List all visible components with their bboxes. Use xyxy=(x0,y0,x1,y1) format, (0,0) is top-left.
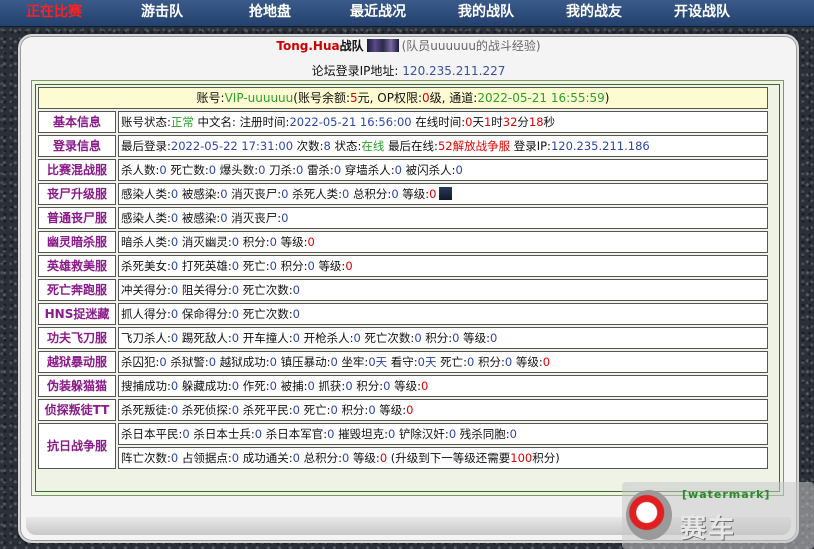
table-row: 侦探叛徒TT 杀死叛徒:0 杀死侦探:0 杀死平民:0 死亡:0 积分:0 等级… xyxy=(38,399,768,421)
row-label-login: 登录信息 xyxy=(38,135,116,157)
row-label-detective: 侦探叛徒TT xyxy=(38,399,116,421)
row-label-basic: 基本信息 xyxy=(38,111,116,133)
table-row: 功夫飞刀服 飞刀杀人:0 踢死敌人:0 开车撞人:0 开枪杀人:0 死亡次数:0… xyxy=(38,327,768,349)
table-row: 死亡奔跑服 冲关得分:0 阻关得分:0 死亡次数:0 xyxy=(38,279,768,301)
watermark-logo-icon xyxy=(626,490,672,540)
account-header: 账号:VIP-uuuuuu(账号余额:5元, OP权限:0级, 通道:2022-… xyxy=(38,87,768,109)
row-label-hero: 英雄救美服 xyxy=(38,255,116,277)
table-row: 阵亡次数:0 占领据点:0 成功通关:0 总积分:0 等级:0 (升级到下一等级… xyxy=(38,447,768,469)
table-row: 幽灵暗杀服 暗杀人类:0 消灭幽灵:0 积分:0 等级:0 xyxy=(38,231,768,253)
team-note: (队员uuuuuu的战斗经验) xyxy=(401,39,541,53)
nav-create-team[interactable]: 开设战队 xyxy=(648,0,756,26)
row-basic: 账号状态:正常 中文名: 注册时间:2022-05-21 16:56:00 在线… xyxy=(118,111,768,133)
table-row: 抗日战争服 杀日本平民:0 杀日本士兵:0 杀日本军官:0 摧毁坦克:0 铲除汉… xyxy=(38,423,768,469)
row-war-line2: 阵亡次数:0 占领据点:0 成功通关:0 总积分:0 等级:0 (升级到下一等级… xyxy=(118,447,768,469)
forum-ip-value: 120.235.211.227 xyxy=(402,64,506,78)
table-row: 登录信息 最后登录:2022-05-22 17:31:00 次数:8 状态:在线… xyxy=(38,135,768,157)
table-row: 英雄救美服 杀死美女:0 打死英雄:0 死亡:0 积分:0 等级:0 xyxy=(38,255,768,277)
nav-my-team[interactable]: 我的战队 xyxy=(432,0,540,26)
row-label-ghost: 幽灵暗杀服 xyxy=(38,231,116,253)
top-nav: 正在比赛 游击队 抢地盘 最近战况 我的战队 我的战友 开设战队 xyxy=(0,0,814,27)
row-label-death-run: 死亡奔跑服 xyxy=(38,279,116,301)
row-label-jail: 越狱暴动服 xyxy=(38,351,116,373)
row-jail: 杀囚犯:0 杀狱警:0 越狱成功:0 镇压暴动:0 坐牢:0天 看守:0天 死亡… xyxy=(118,351,768,373)
nav-playing[interactable]: 正在比赛 xyxy=(0,0,108,26)
row-label-hide: 伪装躲猫猫 xyxy=(38,375,116,397)
vip-account: VIP-uuuuuu xyxy=(224,91,294,105)
site-watermark: [watermark] 赛车 xyxy=(622,482,814,549)
row-mix: 杀人数:0 死亡数:0 爆头数:0 刀杀:0 雷杀:0 穿墙杀人:0 被闪杀人:… xyxy=(118,159,768,181)
table-row: 丧尸升级服 感染人类:0 被感染:0 消灭丧尸:0 杀死人类:0 总积分:0 等… xyxy=(38,183,768,205)
team-name[interactable]: Tong.Hua xyxy=(276,39,339,53)
row-hns: 抓人得分:0 保命得分:0 死亡次数:0 xyxy=(118,303,768,325)
table-row: 普通丧尸服 感染人类:0 被感染:0 消灭丧尸:0 xyxy=(38,207,768,229)
row-label-kungfu: 功夫飞刀服 xyxy=(38,327,116,349)
row-hide: 搜捕成功:0 躲藏成功:0 作死:0 被捕:0 抓获:0 积分:0 等级:0 xyxy=(118,375,768,397)
table-row: 越狱暴动服 杀囚犯:0 杀狱警:0 越狱成功:0 镇压暴动:0 坐牢:0天 看守… xyxy=(38,351,768,373)
row-label-war: 抗日战争服 xyxy=(38,423,116,469)
main-frame: Tong.Hua战队 (队员uuuuuu的战斗经验) 论坛登录IP地址: 120.… xyxy=(18,34,799,543)
row-death-run: 冲关得分:0 阻关得分:0 死亡次数:0 xyxy=(118,279,768,301)
row-label-zombie-up: 丧尸升级服 xyxy=(38,183,116,205)
forum-ip-line: 论坛登录IP地址: 120.235.211.227 xyxy=(20,63,797,79)
row-detective: 杀死叛徒:0 杀死侦探:0 杀死平民:0 死亡:0 积分:0 等级:0 xyxy=(118,399,768,421)
row-hero: 杀死美女:0 打死英雄:0 死亡:0 积分:0 等级:0 xyxy=(118,255,768,277)
row-login: 最后登录:2022-05-22 17:31:00 次数:8 状态:在线 最后在线… xyxy=(118,135,768,157)
watermark-text-large: 赛车 xyxy=(680,514,737,544)
nav-guerrilla[interactable]: 游击队 xyxy=(108,0,216,26)
level-badge-icon xyxy=(438,187,452,200)
team-suffix: 战队 xyxy=(339,39,364,53)
row-label-zombie: 普通丧尸服 xyxy=(38,207,116,229)
stats-table: 账号:VIP-uuuuuu(账号余额:5元, OP权限:0级, 通道:2022-… xyxy=(36,85,770,471)
row-kungfu: 飞刀杀人:0 踢死敌人:0 开车撞人:0 开枪杀人:0 死亡次数:0 积分:0 … xyxy=(118,327,768,349)
row-war-line1: 杀日本平民:0 杀日本士兵:0 杀日本军官:0 摧毁坦克:0 铲除汉奸:0 残杀… xyxy=(118,423,768,445)
watermark-text: [watermark] xyxy=(682,488,771,501)
row-label-hns: HNS捉迷藏 xyxy=(38,303,116,325)
nav-my-friends[interactable]: 我的战友 xyxy=(540,0,648,26)
team-title: Tong.Hua战队 (队员uuuuuu的战斗经验) xyxy=(20,38,797,54)
row-ghost: 暗杀人类:0 消灭幽灵:0 积分:0 等级:0 xyxy=(118,231,768,253)
table-row: 基本信息 账号状态:正常 中文名: 注册时间:2022-05-21 16:56:… xyxy=(38,111,768,133)
team-banner-image xyxy=(366,39,399,52)
row-label-mix: 比赛混战服 xyxy=(38,159,116,181)
op-level: 0 xyxy=(422,91,430,105)
row-zombie-up: 感染人类:0 被感染:0 消灭丧尸:0 杀死人类:0 总积分:0 等级:0 xyxy=(118,183,768,205)
channel-time: 2022-05-21 16:55:59 xyxy=(477,91,605,105)
table-row: HNS捉迷藏 抓人得分:0 保命得分:0 死亡次数:0 xyxy=(38,303,768,325)
table-row: 伪装躲猫猫 搜捕成功:0 躲藏成功:0 作死:0 被捕:0 抓获:0 积分:0 … xyxy=(38,375,768,397)
stats-panel: 账号:VIP-uuuuuu(账号余额:5元, OP权限:0级, 通道:2022-… xyxy=(31,80,784,496)
nav-territory[interactable]: 抢地盘 xyxy=(216,0,324,26)
balance-value: 5 xyxy=(350,91,358,105)
table-row: 比赛混战服 杀人数:0 死亡数:0 爆头数:0 刀杀:0 雷杀:0 穿墙杀人:0… xyxy=(38,159,768,181)
forum-ip-label: 论坛登录IP地址: xyxy=(311,64,399,78)
nav-recent[interactable]: 最近战况 xyxy=(324,0,432,26)
row-zombie: 感染人类:0 被感染:0 消灭丧尸:0 xyxy=(118,207,768,229)
